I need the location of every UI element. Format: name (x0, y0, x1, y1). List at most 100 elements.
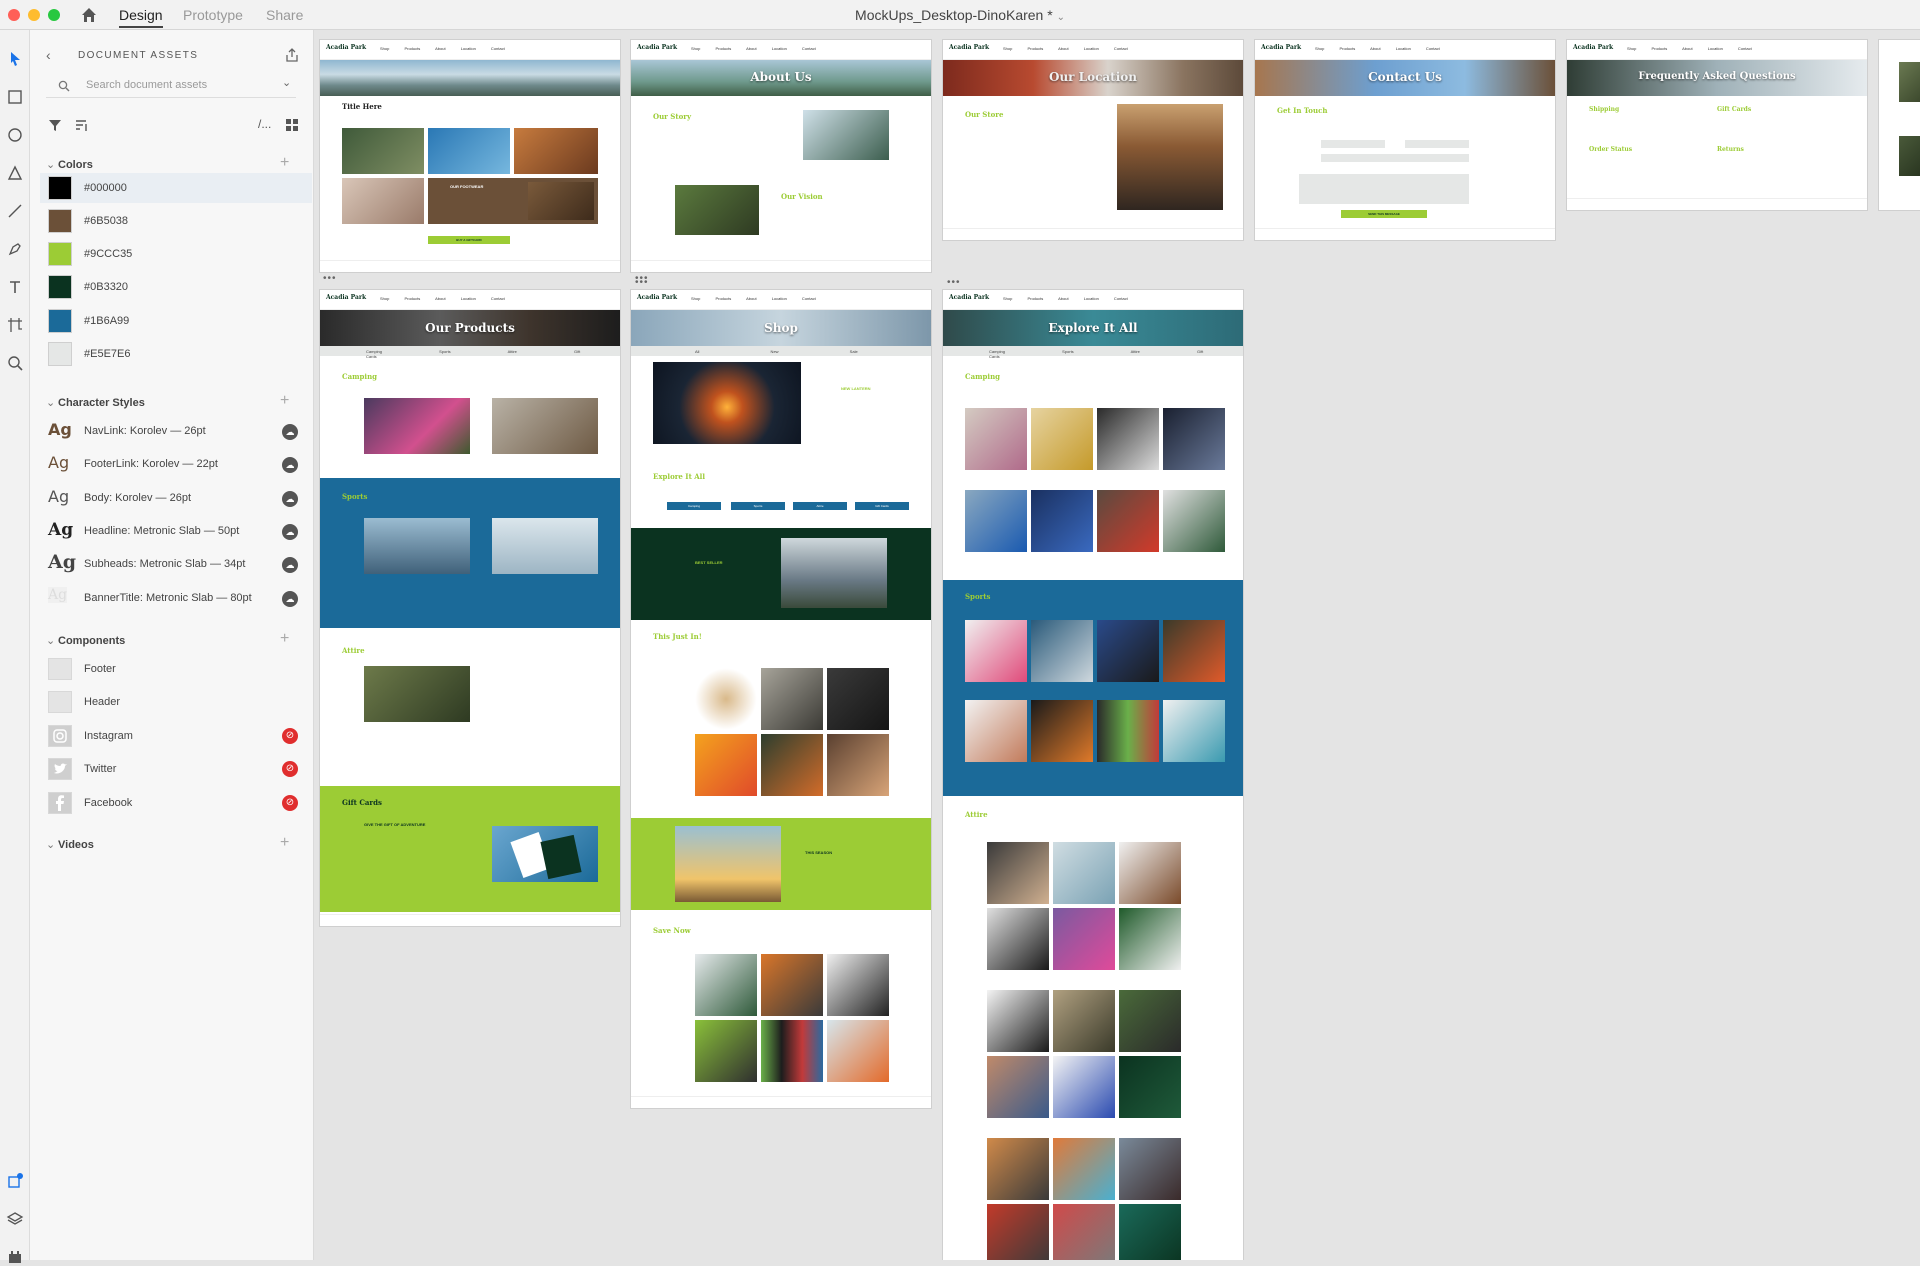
search-assets[interactable]: Search document assets ⌄ (46, 74, 296, 98)
add-component-icon[interactable]: + (280, 630, 289, 648)
select-tool-icon[interactable] (6, 50, 24, 68)
artboard-location[interactable]: Acadia Park Shop Products About Location … (943, 40, 1243, 240)
sub-nav: Camping Sports Attire Gift Cards (320, 346, 620, 359)
layers-panel-icon[interactable] (6, 1210, 24, 1228)
component-label: Footer (84, 663, 116, 675)
footwear-heading: OUR FOOTWEAR (450, 184, 484, 189)
faq-banner-title: Frequently Asked Questions (1638, 71, 1796, 82)
hikers-image (675, 185, 759, 235)
send-message-label: SEND THIS MESSAGE (1368, 212, 1400, 216)
search-dropdown-chevron-icon[interactable]: ⌄ (282, 76, 291, 89)
videos-section-header[interactable]: ⌄ Videos (46, 838, 94, 851)
pen-tool-icon[interactable] (6, 240, 24, 258)
name-field[interactable] (1321, 140, 1385, 148)
artboard-partial[interactable] (1879, 40, 1920, 210)
send-message-button[interactable]: SEND THIS MESSAGE (1341, 210, 1427, 218)
character-style-row[interactable]: Ag Subheads: Metronic Slab — 34pt ☁ (40, 549, 312, 579)
search-input[interactable]: Search document assets (86, 79, 207, 91)
back-chevron-icon[interactable]: ‹ (46, 47, 51, 63)
polygon-tool-icon[interactable] (6, 164, 24, 182)
character-style-row[interactable]: Ag BannerTitle: Metronic Slab — 80pt ☁ (40, 583, 312, 613)
email-field[interactable] (1321, 154, 1469, 162)
path-view-icon[interactable]: /... (258, 117, 271, 131)
boots-image (827, 668, 889, 730)
color-swatch-row[interactable]: #000000 (40, 173, 312, 203)
site-logo: Acadia Park (326, 294, 367, 301)
text-tool-icon[interactable] (6, 278, 24, 296)
add-character-style-icon[interactable]: + (280, 392, 289, 410)
color-swatch-row[interactable]: #E5E7E6 (40, 339, 312, 369)
grid-view-icon[interactable] (285, 118, 299, 132)
document-title[interactable]: MockUps_Desktop-DinoKaren * ⌄ (0, 7, 1920, 23)
color-swatch-row[interactable]: #6B5038 (40, 206, 312, 236)
unlinked-component-icon[interactable]: ⊘ (282, 728, 298, 744)
color-swatch-row[interactable]: #1B6A99 (40, 306, 312, 336)
ellipse-tool-icon[interactable] (6, 126, 24, 144)
artboard-products[interactable]: Acadia Park Shop Products About Location … (320, 290, 620, 926)
design-canvas[interactable]: Acadia Park Shop Products About Location … (315, 30, 1920, 1260)
rectangle-tool-icon[interactable] (6, 88, 24, 106)
character-style-row[interactable]: Ag NavLink: Korolev — 26pt ☁ (40, 416, 312, 446)
artboard-faq[interactable]: Acadia Park Shop Products About Location … (1567, 40, 1867, 210)
attire-category-button[interactable]: Attire (793, 502, 847, 510)
new-lantern-label: NEW LANTERN (841, 386, 871, 391)
family-hike-image (364, 666, 470, 722)
buy-giftcard-button[interactable]: BUY A GIFTCARD (428, 236, 510, 244)
more-icon[interactable]: ••• (323, 273, 337, 284)
assets-panel-icon[interactable] (6, 1172, 24, 1190)
component-row[interactable]: Twitter ⊘ (40, 754, 312, 784)
tab-design-indicator (119, 26, 163, 28)
character-style-row[interactable]: Ag Body: Korolev — 26pt ☁ (40, 483, 312, 513)
message-field[interactable] (1299, 174, 1469, 204)
colors-header-label: Colors (58, 159, 93, 171)
artboard-explore[interactable]: Acadia Park Shop Products About Location … (943, 290, 1243, 1260)
unlinked-component-icon[interactable]: ⊘ (282, 795, 298, 811)
sort-icon[interactable] (74, 118, 88, 132)
components-section-header[interactable]: ⌄ Components (46, 634, 125, 647)
giftcards-category-button[interactable]: Gift Cards (855, 502, 909, 510)
chevron-down-icon[interactable]: ⌄ (1057, 12, 1065, 23)
more-icon[interactable]: ••• (635, 277, 649, 288)
kids-product-image (1119, 1138, 1181, 1200)
color-swatch-row[interactable]: #9CCC35 (40, 239, 312, 269)
character-style-row[interactable]: Ag Headline: Metronic Slab — 50pt ☁ (40, 516, 312, 546)
colors-section-header[interactable]: ⌄ Colors (46, 158, 93, 171)
panel-title: DOCUMENT ASSETS (78, 50, 199, 61)
style-label: Body: Korolev — 26pt (84, 492, 192, 504)
zoom-tool-icon[interactable] (6, 354, 24, 372)
backpack-image (761, 668, 823, 730)
contact-banner-title: Contact Us (1368, 70, 1442, 84)
color-swatch-row[interactable]: #0B3320 (40, 272, 312, 302)
sunglasses-image (695, 734, 757, 796)
artboard-tool-icon[interactable] (6, 316, 24, 334)
more-icon[interactable]: ••• (947, 277, 961, 288)
plugins-panel-icon[interactable] (6, 1248, 24, 1266)
cloud-sync-icon: ☁ (282, 424, 298, 440)
sports-category-button[interactable]: Sports (731, 502, 785, 510)
add-color-icon[interactable]: + (280, 154, 289, 172)
jacket-image (695, 954, 757, 1016)
header-component: Acadia Park Shop Products About Location … (320, 40, 620, 60)
filter-icon[interactable] (48, 118, 62, 132)
attire-product-image (987, 990, 1049, 1052)
component-row[interactable]: Header (40, 687, 312, 717)
camping-category-button[interactable]: Camping (667, 502, 721, 510)
component-row[interactable]: Instagram ⊘ (40, 721, 312, 751)
line-tool-icon[interactable] (6, 202, 24, 220)
site-logo: Acadia Park (637, 294, 678, 301)
artboard-shop[interactable]: Acadia Park Shop Products About Location … (631, 290, 931, 1108)
character-style-row[interactable]: Ag FooterLink: Korolev — 22pt ☁ (40, 449, 312, 479)
artboard-about[interactable]: Acadia Park Shop Products About Location … (631, 40, 931, 272)
component-row[interactable]: Facebook ⊘ (40, 788, 312, 818)
artboard-home[interactable]: Acadia Park Shop Products About Location … (320, 40, 620, 272)
component-row[interactable]: Footer (40, 654, 312, 684)
unlinked-component-icon[interactable]: ⊘ (282, 761, 298, 777)
artboard-contact[interactable]: Acadia Park Shop Products About Location … (1255, 40, 1555, 240)
add-video-icon[interactable]: + (280, 834, 289, 852)
site-logo: Acadia Park (637, 44, 678, 51)
export-icon[interactable] (284, 47, 300, 63)
character-styles-section-header[interactable]: ⌄ Character Styles (46, 396, 145, 409)
kayaker-image (761, 734, 823, 796)
phone-field[interactable] (1405, 140, 1469, 148)
faq-banner-image: Frequently Asked Questions (1567, 60, 1867, 96)
